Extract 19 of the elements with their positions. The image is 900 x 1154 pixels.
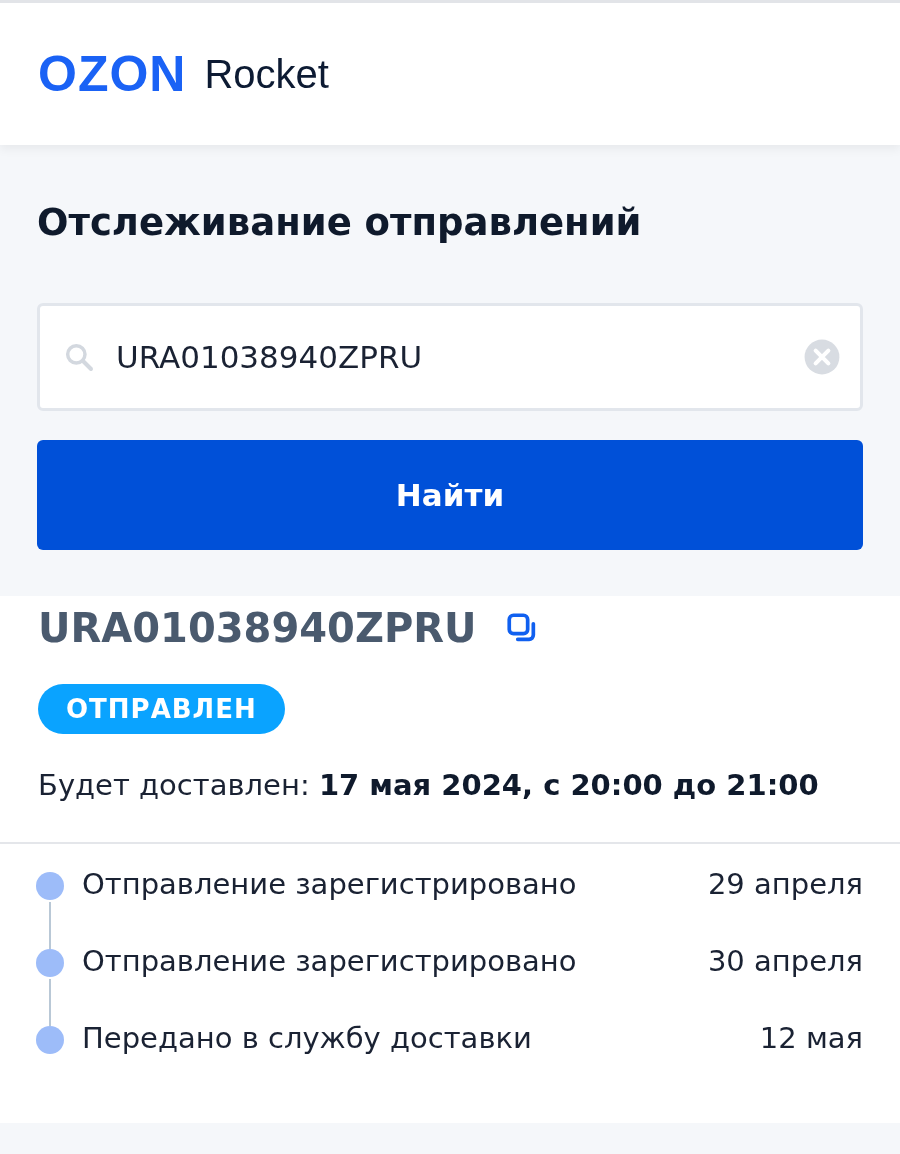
event-date: 30 апреля — [707, 943, 863, 980]
timeline-dot — [36, 872, 64, 900]
timeline-connector — [49, 979, 51, 1026]
tracking-number: URA01038940ZPRU — [38, 605, 477, 651]
event-date: 12 мая — [759, 1020, 863, 1057]
timeline-connector — [49, 902, 51, 949]
search-field[interactable]: URA01038940ZPRU — [37, 303, 863, 411]
event-text: Отправление зарегистрировано — [82, 943, 578, 980]
search-button[interactable]: Найти — [37, 440, 863, 550]
timeline-dot — [36, 949, 64, 977]
event-date: 29 апреля — [707, 866, 863, 903]
page-title: Отслеживание отправлений — [37, 200, 643, 246]
logo-brand[interactable]: OZON — [38, 45, 187, 103]
timeline-dot — [36, 1026, 64, 1054]
logo-product: Rocket — [204, 51, 329, 97]
status-badge: ОТПРАВЛЕН — [38, 684, 285, 734]
delivery-text: Будет доставлен: 17 мая 2024, с 20:00 до 21:00 — [38, 768, 820, 802]
event-text: Отправление зарегистрировано — [82, 866, 578, 903]
event-text: Передано в службу доставки — [82, 1020, 533, 1057]
